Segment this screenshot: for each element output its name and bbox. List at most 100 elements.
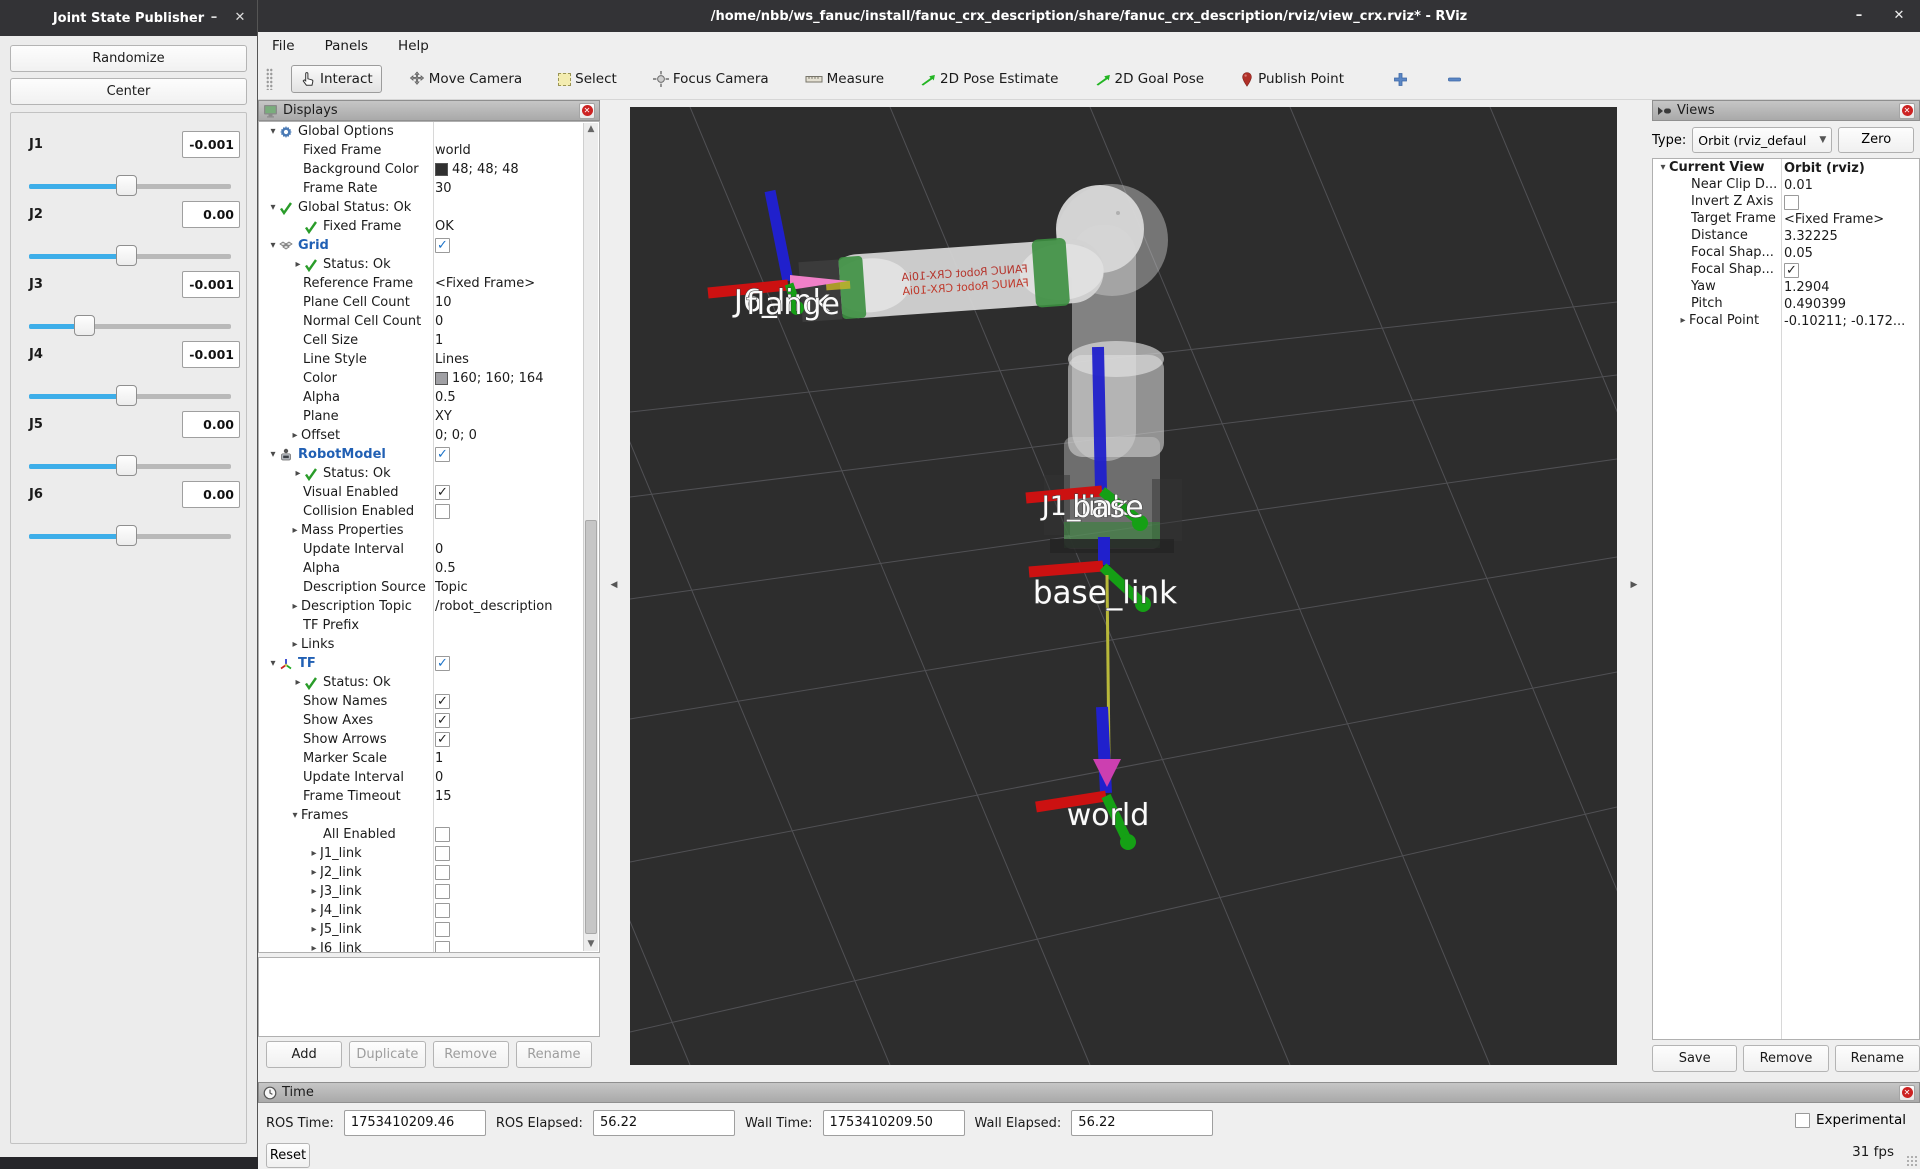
scroll-up-icon[interactable]: ▲ [584, 123, 598, 136]
tree-row[interactable]: Pitch0.490399 [1653, 295, 1919, 312]
minimize-icon[interactable]: – [205, 9, 223, 27]
tree-row[interactable]: Fixed FrameOK [259, 217, 599, 236]
save-view-button[interactable]: Save [1652, 1045, 1737, 1072]
collapse-arrow-icon[interactable]: ▸ [1677, 315, 1689, 326]
expand-arrow-icon[interactable]: ▾ [267, 658, 279, 669]
property-value[interactable]: 160; 160; 164 [435, 369, 597, 388]
checkbox[interactable] [435, 903, 450, 918]
collapse-arrow-icon[interactable]: ▸ [289, 601, 301, 612]
property-value[interactable]: OK [435, 217, 597, 236]
rename-view-button[interactable]: Rename [1835, 1045, 1920, 1072]
property-value[interactable] [435, 255, 597, 274]
views-tree[interactable]: ▾Current ViewOrbit (rviz)Near Clip D...0… [1652, 158, 1920, 1040]
property-value[interactable]: ✓ [435, 483, 597, 502]
slider-handle[interactable] [116, 385, 137, 406]
3d-viewport[interactable]: FANUC Robot CRX-10iA FANUC Robot CRX-10i… [630, 107, 1617, 1065]
property-value[interactable] [435, 806, 597, 825]
property-value[interactable]: <Fixed Frame> [435, 274, 597, 293]
time-field-input[interactable]: 56.22 [593, 1110, 735, 1136]
slider-handle[interactable] [116, 175, 137, 196]
tree-row[interactable]: ▸J3_link [259, 882, 599, 901]
property-value[interactable]: 0; 0; 0 [435, 426, 597, 445]
property-value[interactable]: 0 [435, 768, 597, 787]
displays-panel-titlebar[interactable]: Displays ✕ [258, 100, 600, 121]
displays-scrollbar[interactable]: ▲ ▼ [583, 123, 598, 951]
tree-row[interactable]: TF Prefix [259, 616, 599, 635]
displays-tree[interactable]: ▾Global OptionsFixed FrameworldBackgroun… [258, 121, 600, 953]
joint-slider[interactable] [29, 175, 231, 197]
property-value[interactable]: ✓ [435, 445, 597, 464]
property-value[interactable] [435, 920, 597, 939]
experimental-checkbox[interactable] [1795, 1113, 1810, 1128]
select-tool-button[interactable]: Select [549, 65, 626, 93]
add-display-button[interactable]: Add [266, 1041, 342, 1068]
tree-row[interactable]: ▸Offset0; 0; 0 [259, 426, 599, 445]
checkbox[interactable] [435, 827, 450, 842]
collapse-arrow-icon[interactable]: ▸ [292, 468, 304, 479]
checkbox[interactable] [435, 504, 450, 519]
tree-row[interactable]: ▸Mass Properties [259, 521, 599, 540]
property-value[interactable] [435, 673, 597, 692]
tree-row[interactable]: ▸Status: Ok [259, 464, 599, 483]
focus-camera-tool-button[interactable]: Focus Camera [644, 65, 778, 93]
property-value[interactable]: 10 [435, 293, 597, 312]
slider-handle[interactable] [116, 245, 137, 266]
tree-row[interactable]: ▸J2_link [259, 863, 599, 882]
expand-arrow-icon[interactable]: ▾ [289, 810, 301, 821]
tree-row[interactable]: ▸Links [259, 635, 599, 654]
tree-row[interactable]: ▾RobotModel✓ [259, 445, 599, 464]
property-value[interactable]: 0.5 [435, 559, 597, 578]
property-value[interactable]: 15 [435, 787, 597, 806]
property-value[interactable] [435, 939, 597, 953]
toolbar-drag-handle[interactable] [266, 68, 273, 90]
joint-value-field[interactable]: -0.001 [182, 131, 240, 158]
tree-row[interactable]: Collision Enabled [259, 502, 599, 521]
tree-row[interactable]: Frame Rate30 [259, 179, 599, 198]
property-value[interactable] [435, 122, 597, 141]
checkbox[interactable] [435, 941, 450, 953]
joint-value-field[interactable]: 0.00 [182, 411, 240, 438]
property-value[interactable]: world [435, 141, 597, 160]
property-value[interactable] [435, 635, 597, 654]
property-value[interactable]: Topic [435, 578, 597, 597]
collapse-arrow-icon[interactable]: ▸ [308, 905, 320, 916]
joint-value-field[interactable]: 0.00 [182, 481, 240, 508]
checkbox[interactable]: ✓ [435, 694, 450, 709]
tree-row[interactable]: ▾Current ViewOrbit (rviz) [1653, 159, 1919, 176]
property-value[interactable]: 30 [435, 179, 597, 198]
time-field-input[interactable]: 1753410209.46 [344, 1110, 486, 1136]
property-value[interactable]: 0 [435, 540, 597, 559]
collapse-arrow-icon[interactable]: ▸ [289, 430, 301, 441]
checkbox[interactable] [435, 865, 450, 880]
time-panel-titlebar[interactable]: Time ✕ [258, 1082, 1920, 1103]
tree-row[interactable]: Show Names✓ [259, 692, 599, 711]
views-panel-titlebar[interactable]: Views ✕ [1652, 100, 1920, 121]
randomize-button[interactable]: Randomize [10, 45, 247, 72]
slider-handle[interactable] [116, 455, 137, 476]
2d-goal-pose-tool-button[interactable]: 2D Goal Pose [1086, 65, 1214, 93]
slider-handle[interactable] [74, 315, 95, 336]
property-value[interactable] [435, 863, 597, 882]
collapse-arrow-icon[interactable]: ▸ [308, 848, 320, 859]
tree-row[interactable]: Color160; 160; 164 [259, 369, 599, 388]
checkbox[interactable]: ✓ [1784, 263, 1799, 278]
checkbox[interactable]: ✓ [435, 447, 450, 462]
time-close-button[interactable]: ✕ [1899, 1085, 1915, 1101]
tree-row[interactable]: ▾TF✓ [259, 654, 599, 673]
collapse-arrow-icon[interactable]: ▸ [289, 525, 301, 536]
property-value[interactable] [435, 882, 597, 901]
checkbox[interactable] [1784, 195, 1799, 210]
property-value[interactable]: -0.10211; -0.172... [1784, 312, 1917, 331]
time-field-input[interactable]: 56.22 [1071, 1110, 1213, 1136]
tree-row[interactable]: Alpha0.5 [259, 559, 599, 578]
remove-view-button[interactable]: Remove [1743, 1045, 1828, 1072]
property-value[interactable]: 1 [435, 331, 597, 350]
property-value[interactable] [435, 198, 597, 217]
joint-slider[interactable] [29, 525, 231, 547]
tree-row[interactable]: Cell Size1 [259, 331, 599, 350]
add-tool-button[interactable] [1387, 66, 1413, 92]
property-value[interactable]: ✓ [435, 236, 597, 255]
expand-arrow-icon[interactable]: ▾ [1657, 162, 1669, 173]
close-icon[interactable]: ✕ [231, 9, 249, 27]
tree-row[interactable]: Reference Frame<Fixed Frame> [259, 274, 599, 293]
